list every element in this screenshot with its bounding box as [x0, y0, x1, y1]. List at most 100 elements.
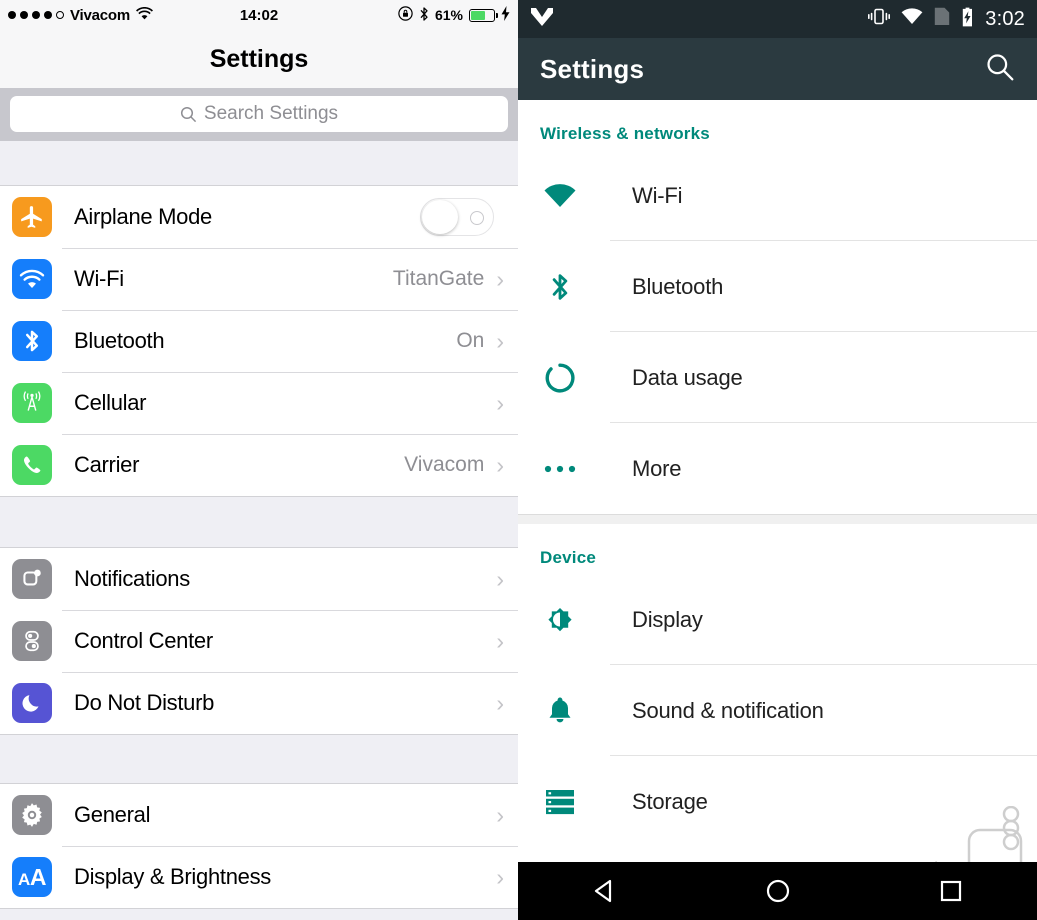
ios-row-control: › [496, 627, 518, 654]
search-placeholder: Search Settings [203, 103, 339, 124]
ios-row-general[interactable]: General › [0, 784, 518, 846]
moon-icon [12, 683, 52, 723]
ios-row-label: Bluetooth [74, 328, 165, 353]
android-row-more[interactable]: More [518, 423, 1037, 514]
android-row-data-usage[interactable]: Data usage [518, 332, 1037, 423]
bluetooth-icon [12, 321, 52, 361]
wifi-icon [901, 8, 923, 30]
ios-row-cellular[interactable]: Cellular › [0, 372, 518, 434]
ios-row-label: Display & Brightness [74, 864, 271, 889]
android-row-label: Sound & notification [632, 697, 824, 723]
android-row-storage[interactable]: Storage [518, 756, 1037, 847]
ios-row-control: › [496, 865, 518, 889]
ios-row-control: › [496, 689, 518, 716]
text-size-icon: AA [12, 857, 52, 897]
android-row-label: Storage [632, 788, 708, 814]
ios-navbar: Settings [0, 30, 518, 88]
ios-row-label: Cellular [74, 390, 147, 415]
chevron-right-icon: › [496, 389, 504, 416]
ios-row-do-not-disturb[interactable]: Do Not Disturb › [0, 672, 518, 734]
ios-section-gap [0, 735, 518, 783]
wifi-icon [12, 259, 52, 299]
chevron-right-icon: › [496, 565, 504, 592]
brightness-icon [540, 604, 580, 636]
ios-group-general: General › AA Display & Brightness › [0, 783, 518, 909]
search-input[interactable]: Search Settings [10, 96, 508, 132]
android-clock: 3:02 [985, 7, 1025, 30]
ios-row-notifications[interactable]: Notifications › [0, 548, 518, 610]
no-sim-icon [934, 7, 950, 31]
recents-square-icon[interactable] [906, 862, 996, 920]
ios-row-control: On › [456, 329, 518, 353]
android-row-sound-notification[interactable]: Sound & notification [518, 665, 1037, 756]
android-settings-screen: 3:02 Settings Wireless & networks Wi-Fi [518, 0, 1037, 920]
chevron-right-icon: › [496, 801, 504, 828]
ios-row-value: Vivacom [404, 453, 485, 476]
ios-group-notifications: Notifications › Control Center › Do Not … [0, 547, 518, 735]
ios-row-value: On [456, 329, 485, 352]
airplane-mode-toggle[interactable] [420, 198, 494, 236]
bluetooth-icon [419, 6, 429, 25]
home-circle-icon[interactable] [733, 862, 823, 920]
toggle-knob [422, 200, 458, 234]
chevron-right-icon: › [496, 451, 504, 478]
page-title: Settings [209, 44, 309, 73]
android-status-right: 3:02 [868, 7, 1025, 32]
ios-row-airplane-mode[interactable]: Airplane Mode [0, 186, 518, 248]
android-status-bar: 3:02 [518, 0, 1037, 38]
phone-icon [12, 445, 52, 485]
data-usage-icon [540, 362, 580, 394]
android-row-label: Display [632, 606, 703, 632]
android-row-display[interactable]: Display [518, 574, 1037, 665]
android-row-label: Bluetooth [632, 273, 724, 299]
gear-icon [12, 795, 52, 835]
storage-icon [540, 789, 580, 815]
android-section-divider [518, 514, 1037, 524]
battery-charging-icon [961, 7, 974, 32]
ios-row-carrier[interactable]: Carrier Vivacom › [0, 434, 518, 496]
control-center-icon [12, 621, 52, 661]
ios-status-right: 61% [398, 6, 510, 25]
back-triangle-icon[interactable] [560, 862, 650, 920]
android-nav-bar [518, 862, 1037, 920]
ios-group-connectivity: Airplane Mode Wi-Fi TitanGate › Bluetoot… [0, 185, 518, 497]
toggle-off-ring-icon [470, 211, 484, 225]
ios-status-left: Vivacom [8, 6, 154, 24]
ios-row-control-center[interactable]: Control Center › [0, 610, 518, 672]
signal-strength-dots-icon [8, 11, 64, 19]
android-row-bluetooth[interactable]: Bluetooth [518, 241, 1037, 332]
search-icon[interactable] [985, 52, 1015, 87]
cellular-antenna-icon [12, 383, 52, 423]
ios-status-bar: Vivacom 14:02 61% [0, 0, 518, 30]
ios-row-label: Control Center [74, 628, 213, 653]
wifi-icon [540, 182, 580, 210]
ios-row-wifi[interactable]: Wi-Fi TitanGate › [0, 248, 518, 310]
bell-icon [540, 695, 580, 727]
ios-row-control: TitanGate › [393, 267, 518, 291]
ios-row-label: Notifications [74, 566, 190, 591]
ios-section-gap [0, 141, 518, 185]
ios-row-control [420, 198, 518, 236]
android-app-bar: Settings [518, 38, 1037, 100]
bluetooth-icon [540, 271, 580, 303]
android-row-label: More [632, 455, 682, 481]
chevron-right-icon: › [496, 265, 504, 292]
ios-row-control: › [484, 389, 518, 416]
android-row-label: Wi-Fi [632, 182, 683, 208]
airplane-icon [12, 197, 52, 237]
chevron-right-icon: › [496, 327, 504, 354]
battery-icon [469, 8, 498, 22]
chevron-right-icon: › [496, 689, 504, 716]
chevron-right-icon: › [496, 627, 504, 654]
ios-section-gap [0, 497, 518, 547]
android-row-wifi[interactable]: Wi-Fi [518, 150, 1037, 241]
search-icon [180, 106, 197, 123]
ios-settings-screen: Vivacom 14:02 61% Settings Search Settin… [0, 0, 518, 920]
section-header-wireless: Wireless & networks [540, 124, 710, 143]
ios-row-bluetooth[interactable]: Bluetooth On › [0, 310, 518, 372]
wifi-icon [136, 6, 154, 24]
dual-phone-comparison: Vivacom 14:02 61% Settings Search Settin… [0, 0, 1037, 920]
lightning-bolt-icon [501, 6, 510, 24]
battery-percent-label: 61% [434, 7, 463, 23]
ios-row-display-brightness[interactable]: AA Display & Brightness › [0, 846, 518, 908]
